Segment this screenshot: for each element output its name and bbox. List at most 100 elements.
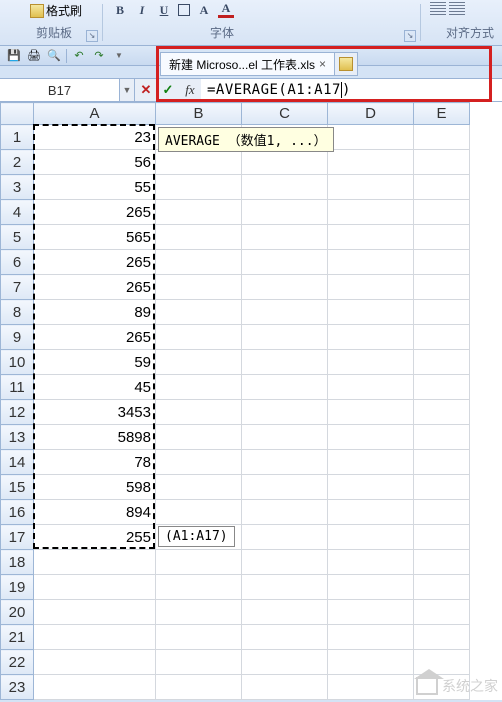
row-header-8[interactable]: 8	[1, 300, 34, 325]
new-tab-button[interactable]	[335, 57, 357, 71]
cell-E14[interactable]	[414, 450, 470, 475]
cancel-button[interactable]: ✕	[135, 79, 157, 101]
print-icon[interactable]: 🖨	[26, 48, 42, 64]
row-header-2[interactable]: 2	[1, 150, 34, 175]
cell-B2[interactable]	[156, 150, 242, 175]
cell-A12[interactable]: 3453	[34, 400, 156, 425]
cell-B10[interactable]	[156, 350, 242, 375]
cell-D20[interactable]	[328, 600, 414, 625]
cell-B13[interactable]	[156, 425, 242, 450]
cell-C3[interactable]	[242, 175, 328, 200]
close-icon[interactable]: ×	[319, 57, 326, 71]
fx-button[interactable]: fx	[179, 79, 201, 101]
cell-C5[interactable]	[242, 225, 328, 250]
cell-D18[interactable]	[328, 550, 414, 575]
row-header-15[interactable]: 15	[1, 475, 34, 500]
cell-A23[interactable]	[34, 675, 156, 700]
cell-E4[interactable]	[414, 200, 470, 225]
cell-A3[interactable]: 55	[34, 175, 156, 200]
cell-A16[interactable]: 894	[34, 500, 156, 525]
cell-A17[interactable]: 255	[34, 525, 156, 550]
cell-C21[interactable]	[242, 625, 328, 650]
cell-D23[interactable]	[328, 675, 414, 700]
increase-indent-button[interactable]	[449, 2, 465, 16]
cell-E21[interactable]	[414, 625, 470, 650]
cell-B19[interactable]	[156, 575, 242, 600]
workbook-tab[interactable]: 新建 Microso...el 工作表.xls ×	[161, 53, 335, 75]
cell-E19[interactable]	[414, 575, 470, 600]
cell-A21[interactable]	[34, 625, 156, 650]
row-header-1[interactable]: 1	[1, 125, 34, 150]
cell-E10[interactable]	[414, 350, 470, 375]
cell-A19[interactable]	[34, 575, 156, 600]
cell-D12[interactable]	[328, 400, 414, 425]
cell-A5[interactable]: 565	[34, 225, 156, 250]
cell-E9[interactable]	[414, 325, 470, 350]
row-header-4[interactable]: 4	[1, 200, 34, 225]
cell-E15[interactable]	[414, 475, 470, 500]
font-size-button[interactable]: A	[196, 2, 212, 18]
cell-D7[interactable]	[328, 275, 414, 300]
col-header-D[interactable]: D	[328, 103, 414, 125]
font-dialog-launcher[interactable]: ↘	[404, 30, 416, 42]
cell-D3[interactable]	[328, 175, 414, 200]
cell-C6[interactable]	[242, 250, 328, 275]
col-header-C[interactable]: C	[242, 103, 328, 125]
name-box[interactable]: B17	[0, 79, 120, 101]
row-header-20[interactable]: 20	[1, 600, 34, 625]
cell-C12[interactable]	[242, 400, 328, 425]
formula-input[interactable]: =AVERAGE(A1:A17)	[201, 79, 502, 101]
cell-C17[interactable]	[242, 525, 328, 550]
cell-E7[interactable]	[414, 275, 470, 300]
clipboard-dialog-launcher[interactable]: ↘	[86, 30, 98, 42]
cell-E11[interactable]	[414, 375, 470, 400]
cell-C10[interactable]	[242, 350, 328, 375]
cell-A9[interactable]: 265	[34, 325, 156, 350]
row-header-9[interactable]: 9	[1, 325, 34, 350]
cell-A8[interactable]: 89	[34, 300, 156, 325]
row-header-10[interactable]: 10	[1, 350, 34, 375]
cell-B15[interactable]	[156, 475, 242, 500]
cell-C13[interactable]	[242, 425, 328, 450]
format-painter-button[interactable]: 格式刷	[30, 2, 82, 19]
row-header-7[interactable]: 7	[1, 275, 34, 300]
cell-D6[interactable]	[328, 250, 414, 275]
cell-D22[interactable]	[328, 650, 414, 675]
undo-icon[interactable]: ↶	[71, 48, 87, 64]
cell-A4[interactable]: 265	[34, 200, 156, 225]
cell-A11[interactable]: 45	[34, 375, 156, 400]
cell-C23[interactable]	[242, 675, 328, 700]
cell-D5[interactable]	[328, 225, 414, 250]
italic-button[interactable]: I	[134, 2, 150, 18]
cell-E5[interactable]	[414, 225, 470, 250]
row-header-22[interactable]: 22	[1, 650, 34, 675]
select-all-corner[interactable]	[1, 103, 34, 125]
col-header-A[interactable]: A	[34, 103, 156, 125]
cell-E20[interactable]	[414, 600, 470, 625]
cell-C18[interactable]	[242, 550, 328, 575]
cell-E1[interactable]	[414, 125, 470, 150]
cell-B4[interactable]	[156, 200, 242, 225]
row-header-5[interactable]: 5	[1, 225, 34, 250]
cell-E17[interactable]	[414, 525, 470, 550]
spreadsheet-grid[interactable]: A B C D E 123256355426555656265726588992…	[0, 102, 502, 700]
cell-C4[interactable]	[242, 200, 328, 225]
cell-D14[interactable]	[328, 450, 414, 475]
row-header-11[interactable]: 11	[1, 375, 34, 400]
cell-C19[interactable]	[242, 575, 328, 600]
cell-E12[interactable]	[414, 400, 470, 425]
confirm-button[interactable]: ✓	[157, 79, 179, 101]
row-header-16[interactable]: 16	[1, 500, 34, 525]
row-header-12[interactable]: 12	[1, 400, 34, 425]
cell-B20[interactable]	[156, 600, 242, 625]
cell-B3[interactable]	[156, 175, 242, 200]
cell-C15[interactable]	[242, 475, 328, 500]
qat-dropdown-icon[interactable]: ▼	[111, 48, 127, 64]
row-header-17[interactable]: 17	[1, 525, 34, 550]
cell-D2[interactable]	[328, 150, 414, 175]
col-header-B[interactable]: B	[156, 103, 242, 125]
cell-A2[interactable]: 56	[34, 150, 156, 175]
cell-D19[interactable]	[328, 575, 414, 600]
cell-B21[interactable]	[156, 625, 242, 650]
cell-E3[interactable]	[414, 175, 470, 200]
